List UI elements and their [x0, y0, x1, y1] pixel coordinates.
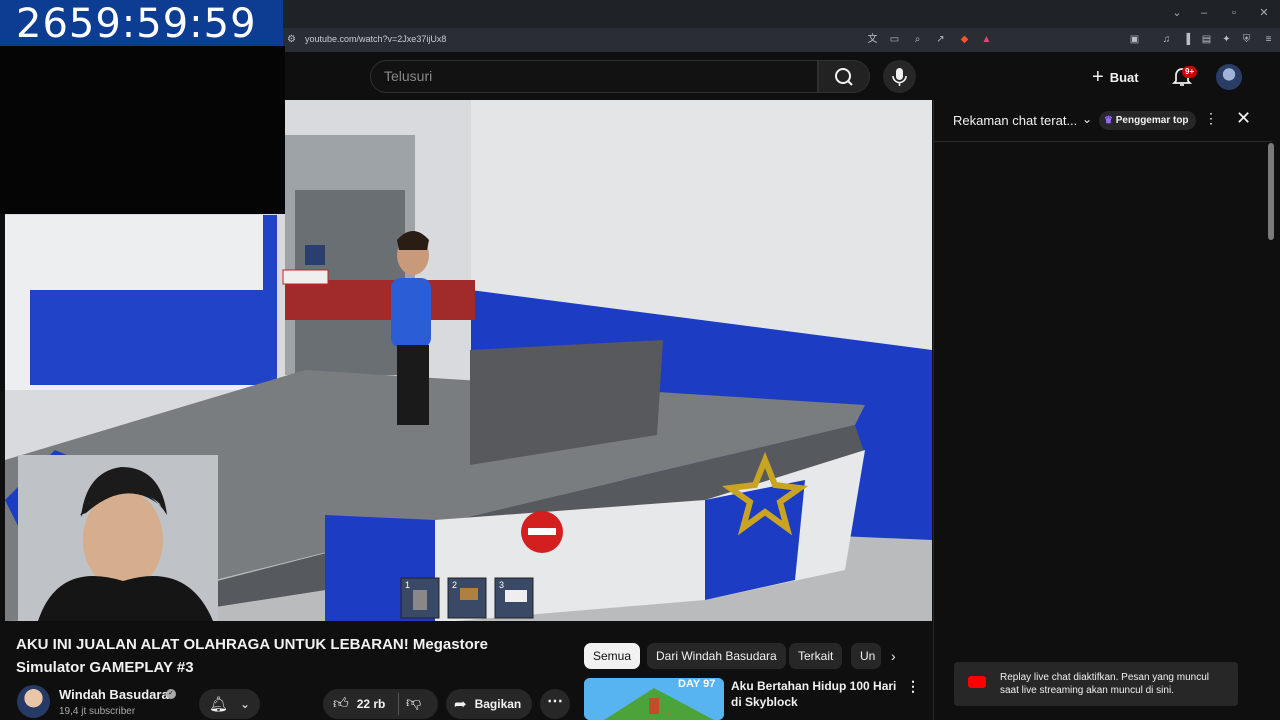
site-settings-icon[interactable]: ⚙: [285, 33, 298, 46]
sidebar-icon[interactable]: ▐: [1180, 33, 1193, 46]
vpn-icon[interactable]: ⛨: [1240, 33, 1253, 46]
video-title: AKU INI JUALAN ALAT OLAHRAGA UNTUK LEBAR…: [16, 636, 488, 676]
subscriber-count: 19,4 jt subscriber: [59, 706, 136, 717]
search-placeholder: Telusuri: [384, 68, 433, 84]
close-icon[interactable]: ✕: [1236, 108, 1251, 129]
plus-icon: +: [1092, 65, 1104, 88]
notification-badge: 9+: [1182, 66, 1198, 78]
hotbar-slot-2: 2: [452, 580, 458, 590]
menu-icon[interactable]: ≡: [1262, 33, 1275, 46]
top-fans-chip[interactable]: ♛ Penggemar top: [1099, 111, 1196, 130]
chevron-right-icon[interactable]: ›: [891, 648, 896, 664]
hotbar-slot-3: 3: [499, 580, 505, 590]
chip-from-channel[interactable]: Dari Windah Basudara: [647, 643, 786, 669]
verified-icon: ✓: [166, 689, 176, 699]
more-vert-icon[interactable]: ⋮: [1204, 110, 1218, 127]
chat-title[interactable]: Rekaman chat terat...: [953, 113, 1077, 128]
share-label: Bagikan: [474, 697, 522, 711]
like-count: 22 rb: [356, 697, 386, 711]
thumbnail-label: DAY 97: [678, 678, 716, 690]
more-vert-icon[interactable]: ⋮: [906, 678, 920, 695]
chip-all[interactable]: Semua: [584, 643, 641, 669]
thumbs-down-icon[interactable]: 👎︎: [406, 694, 421, 712]
more-actions-button[interactable]: ⋯: [540, 689, 570, 719]
chip-partial[interactable]: Un: [851, 643, 881, 669]
timer-text: 2659:59:59: [16, 1, 257, 47]
live-chat-panel: [933, 100, 1272, 720]
recommended-title[interactable]: Aku Bertahan Hidup 100 Hari di Skyblock: [731, 678, 901, 710]
thumbs-up-icon: 👍︎: [333, 695, 349, 712]
channel-avatar[interactable]: [17, 685, 50, 718]
cast-icon[interactable]: ▭: [888, 33, 901, 46]
minimize-icon[interactable]: –: [1197, 6, 1211, 20]
media-icon[interactable]: ♫: [1160, 33, 1173, 46]
channel-name[interactable]: Windah Basudara: [59, 687, 169, 702]
restore-icon[interactable]: ▫: [1227, 6, 1241, 20]
share-icon: ➦: [454, 696, 467, 713]
leo-ai-icon[interactable]: ✦: [1220, 33, 1233, 46]
chip-related[interactable]: Terkait: [789, 643, 843, 669]
crown-icon: ♛: [1104, 115, 1113, 126]
search-input[interactable]: [370, 60, 818, 93]
share-button[interactable]: ➦ Bagikan: [446, 689, 532, 719]
brave-rewards-icon[interactable]: ▲: [980, 33, 993, 46]
create-label: Buat: [1109, 69, 1139, 85]
wallet-icon[interactable]: ▤: [1200, 33, 1213, 46]
search-button[interactable]: [818, 60, 870, 93]
translate-icon[interactable]: 文: [866, 33, 879, 46]
like-divider: [398, 693, 399, 715]
bell-icon: 🔔︎: [208, 696, 228, 713]
chevron-down-icon[interactable]: ⌄: [1082, 112, 1092, 126]
account-avatar[interactable]: [1216, 64, 1242, 90]
search-icon: [835, 68, 853, 86]
close-window-icon[interactable]: ✕: [1257, 6, 1271, 20]
hotbar-slot-1: 1: [405, 580, 411, 590]
screenshot-icon[interactable]: ▣: [1128, 33, 1141, 46]
url-text[interactable]: youtube.com/watch?v=2Jxe37ijUx8: [305, 34, 446, 44]
youtube-icon: [968, 676, 986, 688]
toast-message: Replay live chat diaktifkan. Pesan yang …: [1000, 672, 1210, 696]
create-button[interactable]: + Buat: [1092, 64, 1139, 90]
top-fans-label: Penggemar top: [1115, 115, 1189, 126]
streamer-webcam: [18, 455, 218, 621]
black-overlay: [0, 46, 285, 214]
mic-icon: [892, 68, 907, 86]
chevron-down-icon: ⌄: [239, 697, 251, 711]
chevron-down-icon[interactable]: ⌄: [1170, 6, 1184, 20]
share-page-icon[interactable]: ↗: [934, 33, 947, 46]
zoom-icon[interactable]: ⌕: [911, 33, 924, 46]
chat-scrollbar[interactable]: [1268, 143, 1274, 240]
voice-search-button[interactable]: [883, 60, 916, 93]
brave-shield-icon[interactable]: ◆: [958, 33, 971, 46]
recommended-thumbnail[interactable]: DAY 97: [584, 678, 724, 720]
notification-settings-button[interactable]: 🔔︎ ⌄: [199, 689, 260, 719]
